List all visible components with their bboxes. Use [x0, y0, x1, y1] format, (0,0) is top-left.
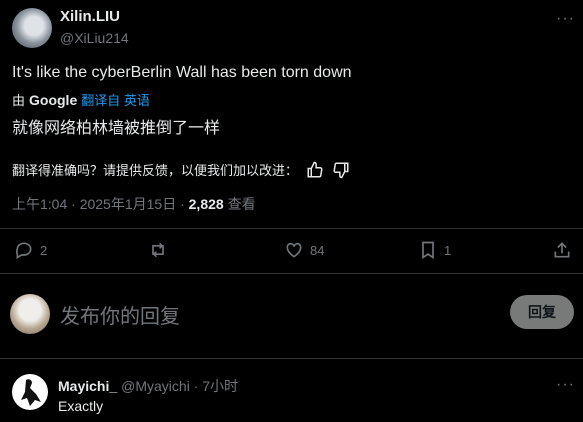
reply-input[interactable]: 发布你的回复 [60, 300, 180, 329]
commenter-avatar-figure [21, 379, 41, 406]
share-action[interactable] [552, 240, 572, 260]
author-avatar[interactable] [12, 8, 52, 48]
like-action[interactable]: 84 [284, 240, 324, 260]
commenter-avatar[interactable] [12, 374, 48, 410]
comment-more-options-icon[interactable]: ··· [556, 376, 575, 394]
thumbs-down-icon[interactable] [332, 161, 350, 179]
current-user-avatar[interactable] [10, 294, 50, 334]
author-name[interactable]: Xilin.LIU [60, 8, 120, 25]
commenter-header: Mayichi_ @Myayichi · 7小时 [58, 376, 238, 396]
commenter-meta[interactable]: @Myayichi · 7小时 [121, 378, 238, 394]
reply-icon [15, 242, 32, 259]
translation-feedback: 翻译得准确吗？请提供反馈，以便我们加以改进： [12, 160, 350, 179]
views-label: 查看 [223, 196, 256, 212]
reply-button[interactable]: 回复 [510, 295, 574, 329]
bookmark-count: 1 [444, 242, 452, 258]
tweet-meta: 上午1:04 · 2025年1月15日 · 2,828 查看 [12, 194, 256, 214]
google-logo: Google [29, 91, 78, 108]
bookmark-icon [422, 241, 434, 260]
translated-text: 就像网络柏林墙被推倒了一样 [12, 120, 221, 137]
author-handle[interactable]: @XiLiu214 [60, 30, 129, 46]
reply-count: 2 [40, 242, 48, 258]
bookmark-action[interactable]: 1 [418, 240, 451, 260]
divider [0, 228, 583, 229]
like-count: 84 [310, 242, 325, 258]
translated-from-link[interactable]: 翻译自 英语 [81, 90, 150, 109]
retweet-action[interactable] [148, 240, 174, 260]
feedback-prompt: 翻译得准确吗？请提供反馈，以便我们加以改进： [12, 163, 299, 178]
thumbs-up-icon[interactable] [306, 161, 324, 179]
views-count: 2,828 [188, 196, 224, 212]
more-options-icon[interactable]: ··· [556, 10, 575, 28]
divider [0, 273, 583, 274]
divider [0, 358, 583, 359]
commenter-name[interactable]: Mayichi_ [58, 378, 117, 394]
action-bar: 2 84 1 [0, 230, 583, 272]
tweet-timestamp[interactable]: 上午1:04 · 2025年1月15日 · [12, 196, 189, 212]
retweet-icon [152, 242, 164, 258]
heart-icon [286, 242, 302, 258]
comment-text: Exactly [58, 398, 104, 414]
translation-by-prefix: 由 [12, 93, 26, 108]
share-icon [554, 242, 570, 258]
translation-attribution: 由 Google 翻译自 英语 [12, 90, 150, 109]
reply-action[interactable]: 2 [14, 240, 47, 260]
tweet-text: It's like the cyberBerlin Wall has been … [12, 64, 352, 81]
